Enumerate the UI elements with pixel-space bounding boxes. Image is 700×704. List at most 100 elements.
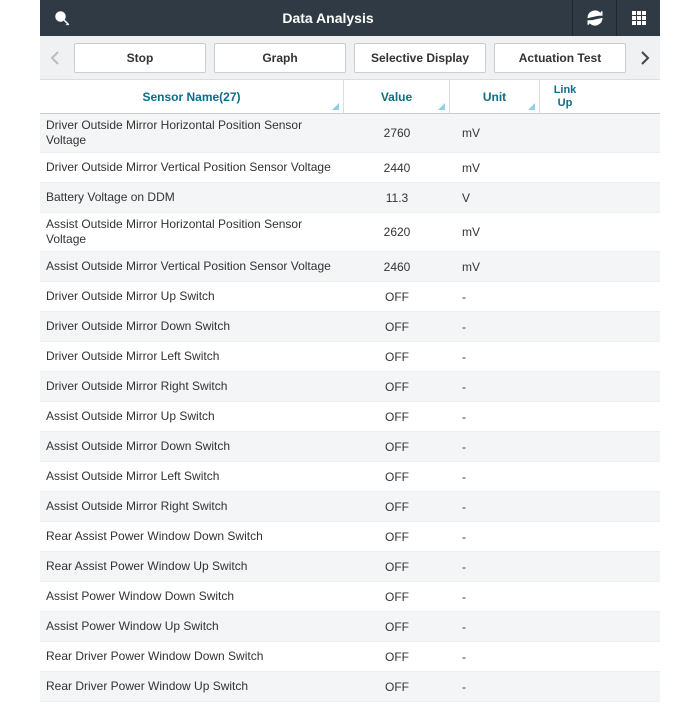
table-row[interactable]: Driver Outside Mirror Right SwitchOFF- (40, 372, 660, 402)
link-up-cell (540, 164, 590, 172)
sensor-name-cell: Driver Outside Mirror Down Switch (40, 315, 344, 338)
column-unit-label: Unit (483, 90, 506, 104)
link-up-cell (540, 228, 590, 236)
link-up-cell (540, 263, 590, 271)
link-up-cell (540, 593, 590, 601)
column-unit[interactable]: Unit (450, 80, 540, 113)
table-row[interactable]: Driver Outside Mirror Left SwitchOFF- (40, 342, 660, 372)
table-row[interactable]: Driver Outside Mirror Vertical Position … (40, 153, 660, 183)
actuation-test-button[interactable]: Actuation Test (494, 43, 626, 73)
sensor-unit-cell: mV (450, 256, 540, 278)
sensor-value-cell: OFF (344, 646, 450, 668)
sensor-unit-cell: - (450, 376, 540, 398)
table-row[interactable]: Assist Outside Mirror Vertical Position … (40, 252, 660, 282)
link-up-cell (540, 323, 590, 331)
selective-display-button[interactable]: Selective Display (354, 43, 486, 73)
sensor-name-cell: Driver Outside Mirror Up Switch (40, 285, 344, 308)
sensor-value-cell: OFF (344, 316, 450, 338)
sensor-unit-cell: - (450, 646, 540, 668)
sensor-name-cell: Assist Power Window Up Switch (40, 615, 344, 638)
sensor-value-cell: OFF (344, 466, 450, 488)
sensor-value-cell: OFF (344, 406, 450, 428)
table-row[interactable]: Assist Outside Mirror Left SwitchOFF- (40, 462, 660, 492)
link-up-cell (540, 413, 590, 421)
sensor-unit-cell: - (450, 526, 540, 548)
link-up-cell (540, 473, 590, 481)
sensor-unit-cell: - (450, 586, 540, 608)
table-row[interactable]: Rear Assist Power Window Down SwitchOFF- (40, 522, 660, 552)
table-row[interactable]: Assist Outside Mirror Down SwitchOFF- (40, 432, 660, 462)
sensor-value-cell: 2440 (344, 157, 450, 179)
column-header-row: Sensor Name(27) Value Unit Link Up (40, 80, 660, 114)
toolbar-scroll-right-icon[interactable] (634, 36, 656, 80)
table-row[interactable]: Assist Outside Mirror Up SwitchOFF- (40, 402, 660, 432)
table-row[interactable]: Assist Power Window Down SwitchOFF- (40, 582, 660, 612)
sensor-value-cell: OFF (344, 436, 450, 458)
search-icon[interactable] (40, 0, 84, 36)
sensor-value-cell: OFF (344, 556, 450, 578)
toolbar-scroll-left-icon[interactable] (44, 36, 66, 80)
sensor-name-cell: Rear Assist Power Window Down Switch (40, 525, 344, 548)
sensor-value-cell: OFF (344, 376, 450, 398)
column-value-label: Value (381, 90, 412, 104)
sensor-value-cell: OFF (344, 616, 450, 638)
stop-button[interactable]: Stop (74, 43, 206, 73)
column-value[interactable]: Value (344, 80, 450, 113)
link-up-cell (540, 683, 590, 691)
grid-menu-icon[interactable] (616, 0, 660, 36)
column-linkup-label2: Up (558, 97, 573, 109)
sensor-name-cell: Assist Outside Mirror Right Switch (40, 495, 344, 518)
table-row[interactable]: Assist Outside Mirror Right SwitchOFF- (40, 492, 660, 522)
table-row[interactable]: Rear Driver Power Window Up SwitchOFF- (40, 672, 660, 702)
sensor-value-cell: OFF (344, 496, 450, 518)
app-header: Data Analysis (40, 0, 660, 36)
table-row[interactable]: Driver Outside Mirror Horizontal Positio… (40, 114, 660, 153)
sensor-value-cell: OFF (344, 346, 450, 368)
table-row[interactable]: Battery Voltage on DDM11.3V (40, 183, 660, 213)
sensor-value-cell: 2760 (344, 122, 450, 144)
link-up-cell (540, 533, 590, 541)
toolbar: Stop Graph Selective Display Actuation T… (40, 36, 660, 80)
sensor-value-cell: 2620 (344, 221, 450, 243)
refresh-icon[interactable] (572, 0, 616, 36)
sensor-unit-cell: - (450, 316, 540, 338)
sensor-unit-cell: - (450, 466, 540, 488)
sensor-name-cell: Assist Outside Mirror Down Switch (40, 435, 344, 458)
sensor-name-cell: Driver Outside Mirror Right Switch (40, 375, 344, 398)
column-link-up[interactable]: Link Up (540, 80, 590, 113)
sensor-unit-cell: - (450, 286, 540, 308)
sensor-value-cell: OFF (344, 586, 450, 608)
sensor-unit-cell: - (450, 676, 540, 698)
table-row[interactable]: Driver Outside Mirror Down SwitchOFF- (40, 312, 660, 342)
sensor-unit-cell: mV (450, 221, 540, 243)
sensor-unit-cell: - (450, 616, 540, 638)
sensor-name-cell: Rear Assist Power Window Up Switch (40, 555, 344, 578)
link-up-cell (540, 129, 590, 137)
sort-indicator-icon (332, 103, 339, 110)
table-row[interactable]: Rear Driver Power Window Down SwitchOFF- (40, 642, 660, 672)
link-up-cell (540, 353, 590, 361)
link-up-cell (540, 383, 590, 391)
table-row[interactable]: Assist Outside Mirror Horizontal Positio… (40, 213, 660, 252)
sensor-name-cell: Assist Outside Mirror Vertical Position … (40, 255, 344, 278)
sensor-unit-cell: - (450, 346, 540, 368)
data-rows-container[interactable]: Driver Outside Mirror Horizontal Positio… (40, 114, 660, 704)
table-row[interactable]: Rear Assist Power Window Up SwitchOFF- (40, 552, 660, 582)
graph-button[interactable]: Graph (214, 43, 346, 73)
sensor-value-cell: OFF (344, 286, 450, 308)
column-sensor-name[interactable]: Sensor Name(27) (40, 80, 344, 113)
sensor-name-cell: Driver Outside Mirror Horizontal Positio… (40, 114, 344, 152)
sensor-unit-cell: - (450, 406, 540, 428)
sort-indicator-icon (438, 103, 445, 110)
sensor-name-cell: Rear Driver Power Window Up Switch (40, 675, 344, 698)
table-row[interactable]: Assist Power Window Up SwitchOFF- (40, 612, 660, 642)
table-row[interactable]: Driver Outside Mirror Up SwitchOFF- (40, 282, 660, 312)
sensor-name-cell: Assist Outside Mirror Up Switch (40, 405, 344, 428)
sensor-value-cell: OFF (344, 676, 450, 698)
sort-indicator-icon (528, 103, 535, 110)
sensor-name-cell: Rear Driver Power Window Down Switch (40, 645, 344, 668)
column-linkup-label1: Link (554, 84, 577, 96)
sensor-name-cell: Battery Voltage on DDM (40, 186, 344, 209)
sensor-name-cell: Assist Outside Mirror Horizontal Positio… (40, 213, 344, 251)
link-up-cell (540, 194, 590, 202)
